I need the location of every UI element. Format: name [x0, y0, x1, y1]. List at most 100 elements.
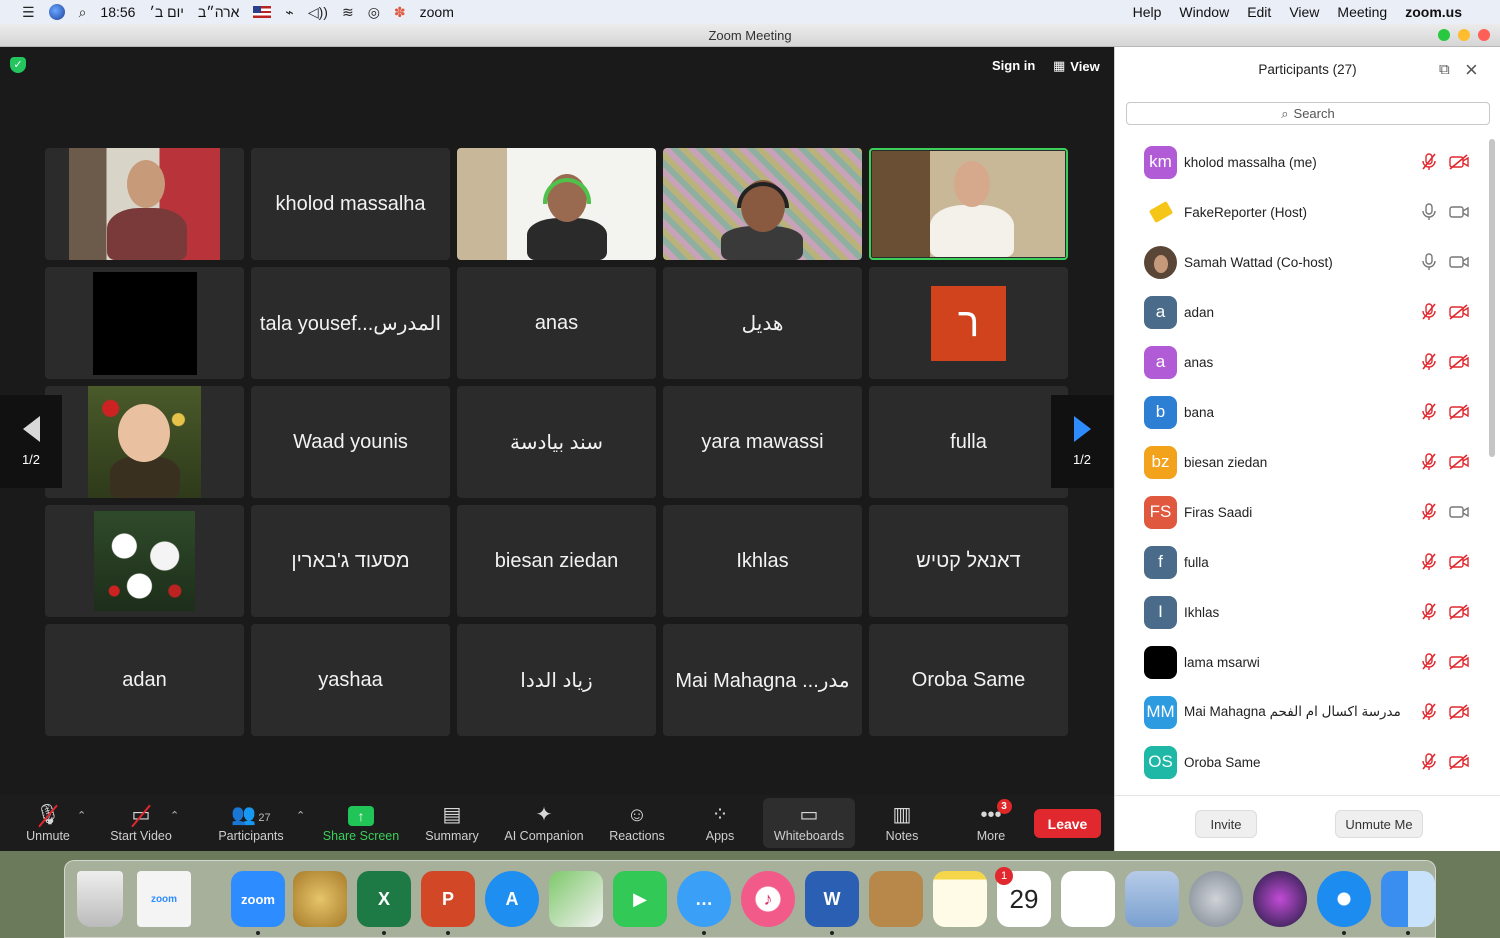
app-name[interactable]: zoom — [420, 4, 454, 20]
control-center-icon[interactable]: ☰ — [22, 4, 35, 21]
siri-menubar-icon[interactable] — [48, 4, 65, 20]
reminders-icon[interactable] — [1061, 871, 1115, 927]
video-tile[interactable]: adan — [45, 624, 244, 736]
video-tile[interactable]: biesan ziedan — [457, 505, 656, 617]
participant-row[interactable]: a anas — [1115, 337, 1487, 387]
next-page-button[interactable]: 1/2 — [1051, 395, 1113, 488]
popout-icon[interactable]: ⧉ — [1439, 61, 1450, 78]
paintbrush-icon[interactable] — [293, 871, 347, 927]
microphone-muted-icon[interactable] — [1421, 603, 1437, 621]
video-tile[interactable]: tala yousef...المدرس — [251, 267, 450, 379]
battery-icon[interactable]: ⌁ — [285, 4, 293, 21]
video-tile[interactable]: Oroba Same — [869, 624, 1068, 736]
unmute-button[interactable]: 🎙 Unmute — [20, 798, 76, 848]
video-tile[interactable]: fulla — [869, 386, 1068, 498]
microphone-muted-icon[interactable] — [1421, 653, 1437, 671]
view-button[interactable]: ▦ View — [1053, 58, 1100, 74]
maps-icon[interactable] — [549, 871, 603, 927]
video-camera-off-icon[interactable] — [1449, 554, 1469, 570]
video-tile[interactable]: سند بيادسة — [457, 386, 656, 498]
microphone-muted-icon[interactable] — [1421, 153, 1437, 171]
minimize-window-button[interactable] — [1458, 29, 1470, 41]
facetime-icon[interactable]: ▶ — [613, 871, 667, 927]
ai-companion-button[interactable]: ✦ AI Companion — [500, 798, 588, 848]
notes-button[interactable]: ▥ Notes — [880, 798, 924, 848]
microphone-muted-icon[interactable] — [1421, 553, 1437, 571]
video-tile[interactable]: דאנאל קטיש — [869, 505, 1068, 617]
menu-meeting[interactable]: Meeting — [1337, 4, 1387, 20]
participants-options-caret-icon[interactable]: ⌃ — [296, 809, 305, 822]
whiteboards-button[interactable]: ▭ Whiteboards — [763, 798, 855, 848]
video-camera-off-icon[interactable] — [1449, 304, 1469, 320]
close-window-button[interactable] — [1478, 29, 1490, 41]
invite-button[interactable]: Invite — [1195, 810, 1257, 838]
sign-in-button[interactable]: Sign in — [992, 58, 1035, 73]
menu-edit[interactable]: Edit — [1247, 4, 1271, 20]
menu-help[interactable]: Help — [1133, 4, 1162, 20]
video-tile[interactable] — [45, 148, 244, 260]
participant-row[interactable]: b bana — [1115, 387, 1487, 437]
powerpoint-icon[interactable]: P — [421, 871, 475, 927]
zoom-window-button[interactable] — [1438, 29, 1450, 41]
microphone-muted-icon[interactable] — [1421, 303, 1437, 321]
participant-row[interactable]: FakeReporter (Host) — [1115, 187, 1487, 237]
video-tile[interactable]: Ikhlas — [663, 505, 862, 617]
start-video-button[interactable]: ▭ Start Video — [104, 798, 178, 848]
participant-row[interactable]: lama msarwi — [1115, 637, 1487, 687]
participant-row[interactable]: OS Oroba Same — [1115, 737, 1487, 787]
microphone-muted-icon[interactable] — [1421, 353, 1437, 371]
video-tile[interactable]: yashaa — [251, 624, 450, 736]
video-tile[interactable]: زياد الددا — [457, 624, 656, 736]
video-tile[interactable] — [45, 505, 244, 617]
wifi-icon[interactable]: ≋ — [342, 4, 354, 21]
video-camera-off-icon[interactable] — [1449, 654, 1469, 670]
summary-button[interactable]: ▤ Summary — [421, 798, 483, 848]
video-camera-off-icon[interactable] — [1449, 754, 1469, 770]
participant-row[interactable]: km kholod massalha (me) — [1115, 137, 1487, 187]
preview-icon[interactable] — [1125, 871, 1179, 927]
messages-icon[interactable]: … — [677, 871, 731, 927]
menu-zoom-us[interactable]: zoom.us — [1405, 4, 1462, 20]
leave-button[interactable]: Leave — [1034, 809, 1101, 838]
reactions-button[interactable]: ☺ Reactions — [604, 798, 670, 848]
menu-view[interactable]: View — [1289, 4, 1319, 20]
microphone-muted-icon[interactable] — [1421, 453, 1437, 471]
microphone-muted-icon[interactable] — [1421, 703, 1437, 721]
video-camera-icon[interactable] — [1449, 204, 1469, 220]
zoom-dock-icon[interactable]: zoom — [231, 871, 285, 927]
video-tile[interactable]: kholod massalha — [251, 148, 450, 260]
notes-app-icon[interactable] — [933, 871, 987, 927]
video-tile[interactable]: מסעוד ג'בארין — [251, 505, 450, 617]
word-icon[interactable]: W — [805, 871, 859, 927]
trash-icon[interactable] — [77, 871, 123, 927]
more-button[interactable]: ••• 3 More — [970, 798, 1012, 848]
video-tile[interactable] — [663, 148, 862, 260]
airplay-icon[interactable]: ◁)) — [308, 4, 328, 21]
microphone-muted-icon[interactable] — [1421, 503, 1437, 521]
contacts-icon[interactable] — [869, 871, 923, 927]
video-tile[interactable]: ר — [869, 267, 1068, 379]
close-icon[interactable]: × — [1465, 57, 1478, 83]
participant-row[interactable]: bz biesan ziedan — [1115, 437, 1487, 487]
video-camera-icon[interactable] — [1449, 504, 1469, 520]
share-screen-button[interactable]: ↑ Share Screen — [320, 798, 402, 848]
unmute-me-button[interactable]: Unmute Me — [1335, 810, 1423, 838]
video-options-caret-icon[interactable]: ⌃ — [170, 809, 179, 822]
participant-search-input[interactable]: ⌕ Search — [1126, 102, 1490, 125]
finder-icon[interactable] — [1381, 871, 1435, 927]
participant-row[interactable]: I Ikhlas — [1115, 587, 1487, 637]
apps-button[interactable]: ⁘ Apps — [700, 798, 740, 848]
video-camera-off-icon[interactable] — [1449, 404, 1469, 420]
previous-page-button[interactable]: 1/2 — [0, 395, 62, 488]
video-tile-active-speaker[interactable] — [869, 148, 1068, 260]
accessibility-icon[interactable]: ◎ — [368, 4, 380, 21]
video-tile[interactable]: Waad younis — [251, 386, 450, 498]
microphone-muted-icon[interactable] — [1421, 753, 1437, 771]
participant-row[interactable]: FS Firas Saadi — [1115, 487, 1487, 537]
video-tile[interactable] — [45, 386, 244, 498]
video-camera-off-icon[interactable] — [1449, 154, 1469, 170]
video-tile[interactable]: anas — [457, 267, 656, 379]
clock-time[interactable]: 18:56 — [100, 4, 135, 20]
video-camera-off-icon[interactable] — [1449, 704, 1469, 720]
microphone-icon[interactable] — [1421, 253, 1437, 271]
